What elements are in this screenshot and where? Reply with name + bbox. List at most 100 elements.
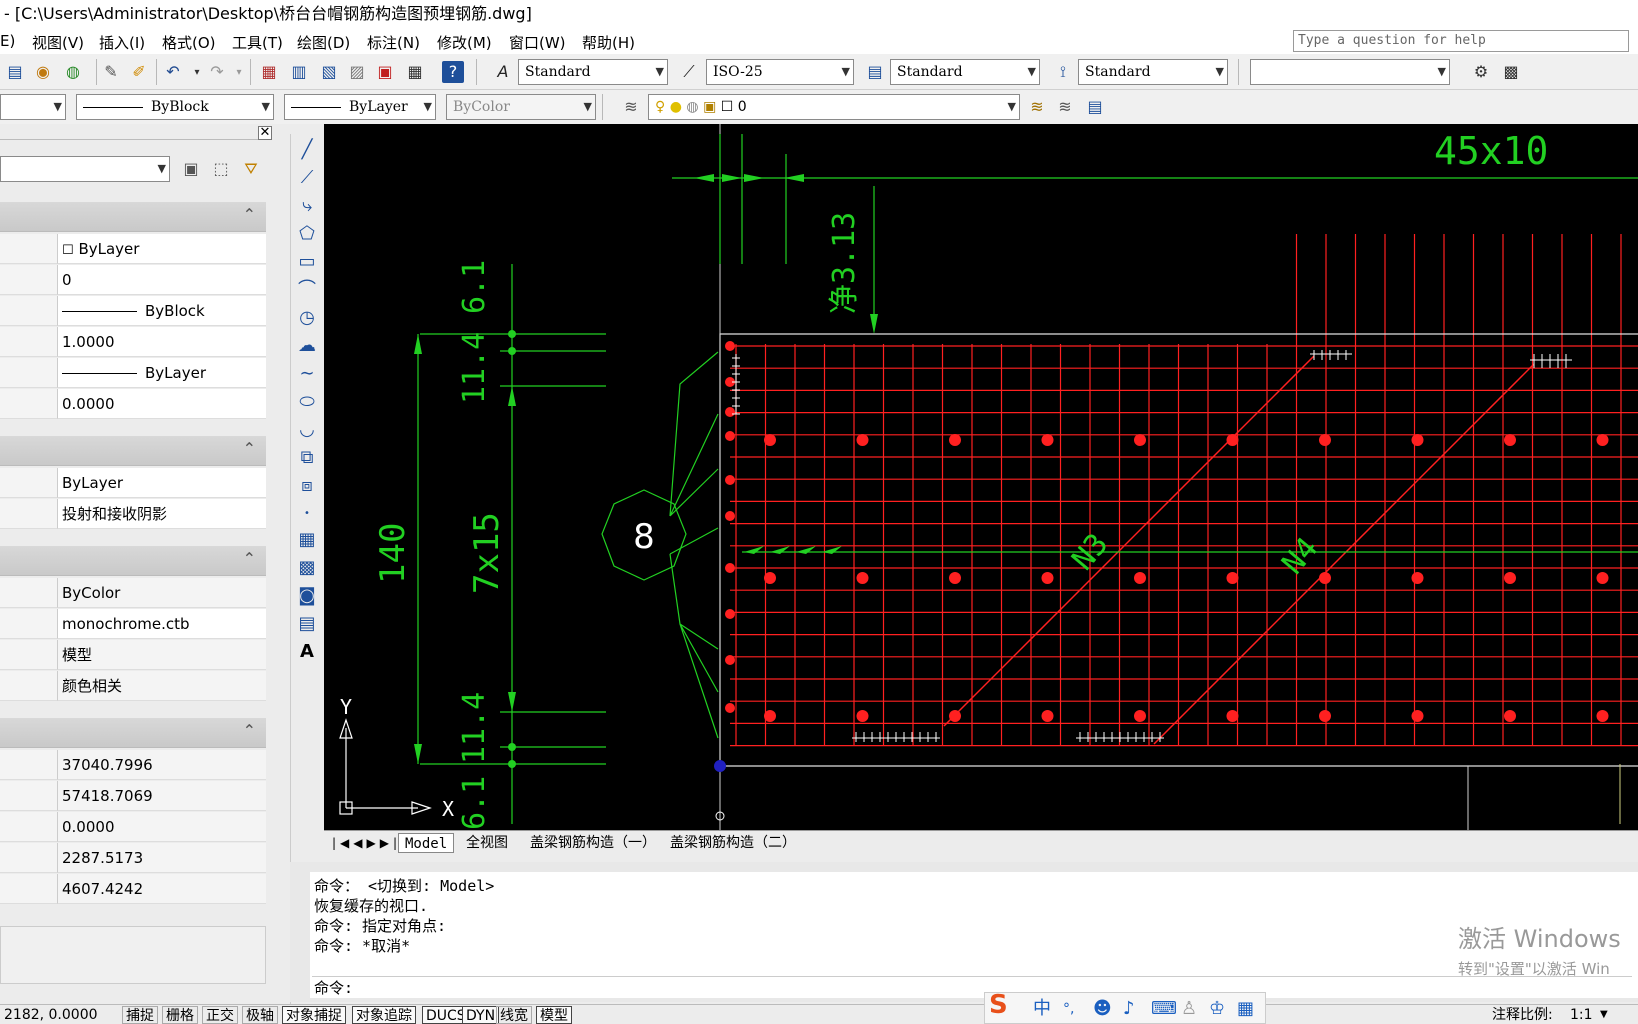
menu-view[interactable]: 视图(V) — [32, 32, 84, 53]
menu-edit[interactable]: E) — [0, 32, 15, 50]
tab-cap-beam-2[interactable]: 盖梁钢筋构造（二） — [664, 833, 802, 853]
prop-layer[interactable]: 0 — [58, 265, 266, 295]
design-center-icon[interactable]: ▧ — [318, 61, 340, 83]
lineweight-button[interactable]: 线宽 — [496, 1006, 532, 1024]
menu-draw[interactable]: 绘图(D) — [297, 32, 350, 53]
table-icon[interactable]: ▤ — [295, 612, 319, 636]
tool-palette-icon[interactable]: ▨ — [346, 61, 368, 83]
chevron-down-icon[interactable]: ▼ — [1600, 1005, 1608, 1024]
workspace-settings-icon[interactable]: ⚙ — [1470, 61, 1492, 83]
arc-icon[interactable]: ⌒ — [295, 278, 319, 302]
command-input[interactable]: 命令: — [312, 976, 1632, 998]
line-icon[interactable]: ╱ — [295, 138, 319, 162]
section-view[interactable]: ⌃ — [0, 718, 266, 748]
spline-icon[interactable]: ∼ — [295, 362, 319, 386]
dim-style-icon[interactable]: ⟋ — [678, 61, 700, 83]
tab-full-view[interactable]: 全视图 — [460, 833, 514, 853]
osnap-button[interactable]: 对象捕捉 — [282, 1006, 346, 1024]
open-icon[interactable]: ◉ — [32, 61, 54, 83]
help-icon[interactable]: ? — [442, 61, 464, 83]
gradient-icon[interactable]: ▩ — [295, 556, 319, 580]
polyline-icon[interactable]: ⤷ — [295, 194, 319, 218]
chevron-down-icon[interactable]: ▾ — [228, 62, 250, 84]
redo-icon[interactable]: ↷ — [206, 61, 228, 83]
dyn-button[interactable]: DYN — [462, 1006, 500, 1024]
drawing-canvas[interactable]: 45x10 净3.13 6.1 11.4 140 7x15 11.4 6.1 N… — [324, 124, 1638, 830]
menu-modify[interactable]: 修改(M) — [437, 32, 492, 53]
prop-linetype-scale[interactable]: 1.0000 — [58, 327, 266, 357]
sogou-logo-icon[interactable]: S — [989, 992, 1008, 1018]
ellipse-icon[interactable]: ⬭ — [295, 390, 319, 414]
match-properties-icon[interactable]: ✐ — [128, 61, 150, 83]
selection-select[interactable]: ▼ — [0, 156, 170, 182]
collapse-icon[interactable]: ⌃ — [243, 439, 256, 458]
user-icon[interactable]: ♙ — [1181, 997, 1197, 1021]
layer-previous-icon[interactable]: ≋ — [1054, 96, 1076, 118]
collapse-icon[interactable]: ⌃ — [243, 205, 256, 224]
microphone-icon[interactable]: ♪ — [1123, 997, 1135, 1021]
toggle-pickadd-icon[interactable]: ▣ — [180, 158, 202, 180]
color-select[interactable]: ▼ — [0, 94, 66, 120]
ime-punct-toggle[interactable]: °, — [1063, 997, 1074, 1021]
circle-icon[interactable]: ◷ — [295, 306, 319, 330]
tab-model[interactable]: Model — [398, 833, 455, 853]
text-style-select[interactable]: Standard ▼ — [518, 59, 668, 85]
menu-dimension[interactable]: 标注(N) — [367, 32, 420, 53]
prop-plot-style-table[interactable]: monochrome.ctb — [58, 609, 266, 639]
polar-button[interactable]: 极轴 — [242, 1006, 278, 1024]
prop-lineweight[interactable]: ByLayer — [58, 358, 266, 388]
undo-icon[interactable]: ↶ — [162, 61, 184, 83]
otrack-button[interactable]: 对象追踪 — [352, 1006, 416, 1024]
construction-line-icon[interactable]: ⟋ — [295, 166, 319, 190]
prop-color[interactable]: ☐ ByLayer — [58, 234, 266, 264]
menu-tools[interactable]: 工具(T) — [232, 32, 283, 53]
section-3d-visualization[interactable]: ⌃ — [0, 436, 266, 466]
table-style-icon[interactable]: ▤ — [864, 61, 886, 83]
make-block-icon[interactable]: ⧈ — [295, 474, 319, 498]
collapse-icon[interactable]: ⌃ — [243, 549, 256, 568]
menu-window[interactable]: 窗口(W) — [509, 32, 566, 53]
calculator-icon[interactable]: ▦ — [404, 61, 426, 83]
tab-cap-beam-1[interactable]: 盖梁钢筋构造（一） — [524, 833, 662, 853]
publish-icon[interactable]: ◍ — [62, 61, 84, 83]
linetype-select[interactable]: ByBlock ▼ — [76, 94, 274, 120]
chevron-down-icon[interactable]: ▾ — [186, 62, 208, 84]
sheet-set-icon[interactable]: ▣ — [374, 61, 396, 83]
multileader-style-select[interactable]: Standard ▼ — [1078, 59, 1228, 85]
table-style-select[interactable]: Standard ▼ — [890, 59, 1040, 85]
prop-shadow[interactable]: 投射和接收阴影 — [58, 499, 266, 529]
clean-screen-icon[interactable]: ▩ — [1500, 61, 1522, 83]
select-objects-icon[interactable]: ⬚ — [210, 158, 232, 180]
dim-style-select[interactable]: ISO-25 ▼ — [706, 59, 854, 85]
text-style-icon[interactable]: A — [492, 61, 514, 83]
toolbox-icon[interactable]: ▦ — [1237, 997, 1254, 1021]
polygon-icon[interactable]: ⬠ — [295, 222, 319, 246]
help-search-input[interactable]: Type a question for help — [1293, 30, 1629, 52]
point-icon[interactable]: • — [295, 502, 319, 526]
grid-button[interactable]: 栅格 — [162, 1006, 198, 1024]
properties-icon[interactable]: ▥ — [288, 61, 310, 83]
command-window[interactable]: 命令： <切换到: Model> 恢复缓存的视口. 命令: 指定对角点: 命令:… — [310, 872, 1638, 998]
workspace-select[interactable]: ▼ — [1250, 59, 1450, 85]
skin-icon[interactable]: ♔ — [1209, 997, 1225, 1021]
multiline-text-icon[interactable]: A — [295, 640, 319, 664]
new-icon[interactable]: ▤ — [4, 61, 26, 83]
ellipse-arc-icon[interactable]: ◡ — [295, 418, 319, 442]
section-general[interactable]: ⌃ — [0, 202, 266, 232]
region-icon[interactable]: ◙ — [295, 584, 319, 608]
menu-insert[interactable]: 插入(I) — [99, 32, 145, 53]
keyboard-icon[interactable]: ⌨ — [1151, 997, 1177, 1021]
prop-thickness[interactable]: 0.0000 — [58, 389, 266, 419]
insert-block-icon[interactable]: ⧉ — [295, 446, 319, 470]
collapse-icon[interactable]: ⌃ — [243, 721, 256, 740]
quick-select-icon[interactable]: ⛛ — [240, 158, 262, 180]
annotation-scale-value[interactable]: 1:1 — [1570, 1005, 1593, 1024]
section-plot-style[interactable]: ⌃ — [0, 546, 266, 576]
lineweight-select[interactable]: ByLayer ▼ — [284, 94, 436, 120]
pan-icon[interactable]: ▦ — [258, 61, 280, 83]
ime-mode-toggle[interactable]: 中 — [1033, 997, 1051, 1021]
make-current-layer-icon[interactable]: ≋ — [1026, 96, 1048, 118]
snap-button[interactable]: 捕捉 — [122, 1006, 158, 1024]
prop-plot-style[interactable]: ByColor — [58, 578, 266, 608]
menu-help[interactable]: 帮助(H) — [582, 32, 635, 53]
